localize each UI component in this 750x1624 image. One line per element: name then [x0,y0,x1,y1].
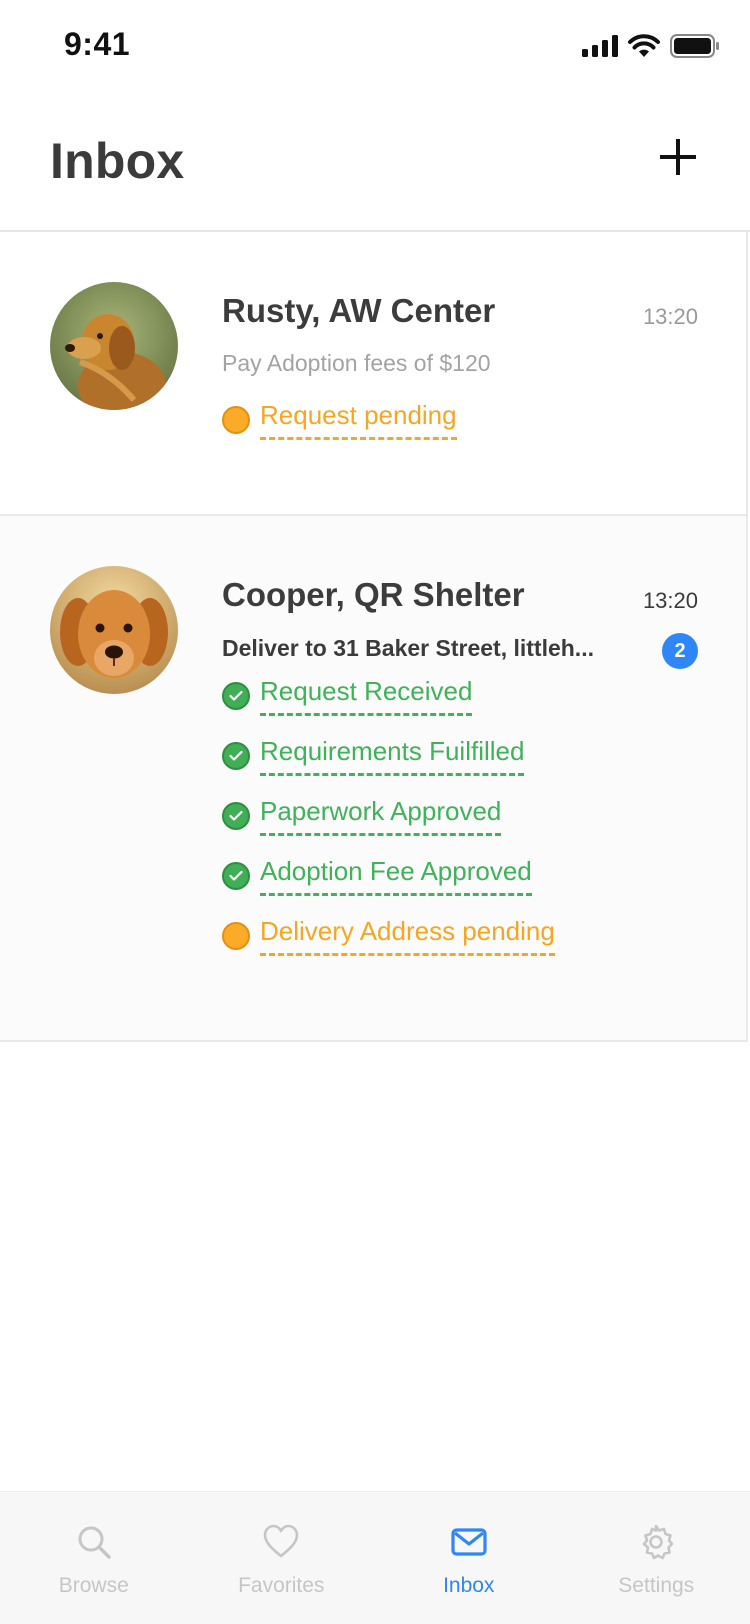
check-circle-icon [222,742,250,770]
status-time: 9:41 [64,26,131,62]
tab-label: Favorites [238,1574,325,1597]
status-bar: 9:41 [0,0,750,92]
page-title: Inbox [50,133,185,189]
unread-badge: 2 [662,633,698,669]
tab-bar: Browse Favorites Inbox Settings [0,1491,750,1624]
status-label[interactable]: Paperwork Approved [260,796,502,836]
status-label[interactable]: Request pending [260,400,457,440]
mail-icon [451,1528,487,1556]
status-label[interactable]: Delivery Address pending [260,916,555,956]
dog-avatar-icon [50,282,178,410]
message-preview: Deliver to 31 Baker Street, littleh... [222,635,594,661]
check-circle-icon [222,682,250,710]
check-circle-icon [222,862,250,890]
status-label[interactable]: Requirements Fuilfilled [260,736,525,776]
gear-icon [642,1524,674,1560]
status-icons [582,32,720,60]
message-time: 13:20 [642,588,698,613]
sender-name: Cooper, QR Shelter [222,576,525,613]
inbox-header: Inbox [0,92,750,232]
tab-label: Inbox [443,1574,495,1597]
check-circle-icon [222,802,250,830]
status-label[interactable]: Adoption Fee Approved [260,856,532,896]
wifi-icon [628,34,660,57]
tab-inbox[interactable]: Inbox [375,1492,563,1624]
avatar [50,566,178,694]
tab-browse[interactable]: Browse [0,1492,188,1624]
tab-favorites[interactable]: Favorites [188,1492,376,1624]
pending-dot-icon [222,922,250,950]
tab-label: Browse [58,1574,129,1597]
battery-icon [670,34,719,58]
dog-avatar-icon [50,566,178,694]
cellular-signal-icon [582,35,618,57]
app-screen: 9:41 Inbox Rusty, AW Center 13:20 Pay Ad… [0,0,750,1624]
sender-name: Rusty, AW Center [222,292,496,329]
message-time: 13:20 [642,304,698,329]
tab-settings[interactable]: Settings [563,1492,750,1624]
add-message-button[interactable] [656,135,700,179]
message-item[interactable]: Cooper, QR Shelter 13:20 Deliver to 31 B… [0,516,748,1042]
status-label[interactable]: Request Received [260,676,473,716]
avatar [50,282,178,410]
message-item[interactable]: Rusty, AW Center 13:20 Pay Adoption fees… [0,232,748,516]
search-icon [78,1526,111,1559]
pending-dot-icon [222,406,250,434]
message-preview: Pay Adoption fees of $120 [222,350,491,376]
tab-label: Settings [618,1574,695,1597]
plus-icon [660,139,696,175]
heart-icon [263,1524,299,1558]
